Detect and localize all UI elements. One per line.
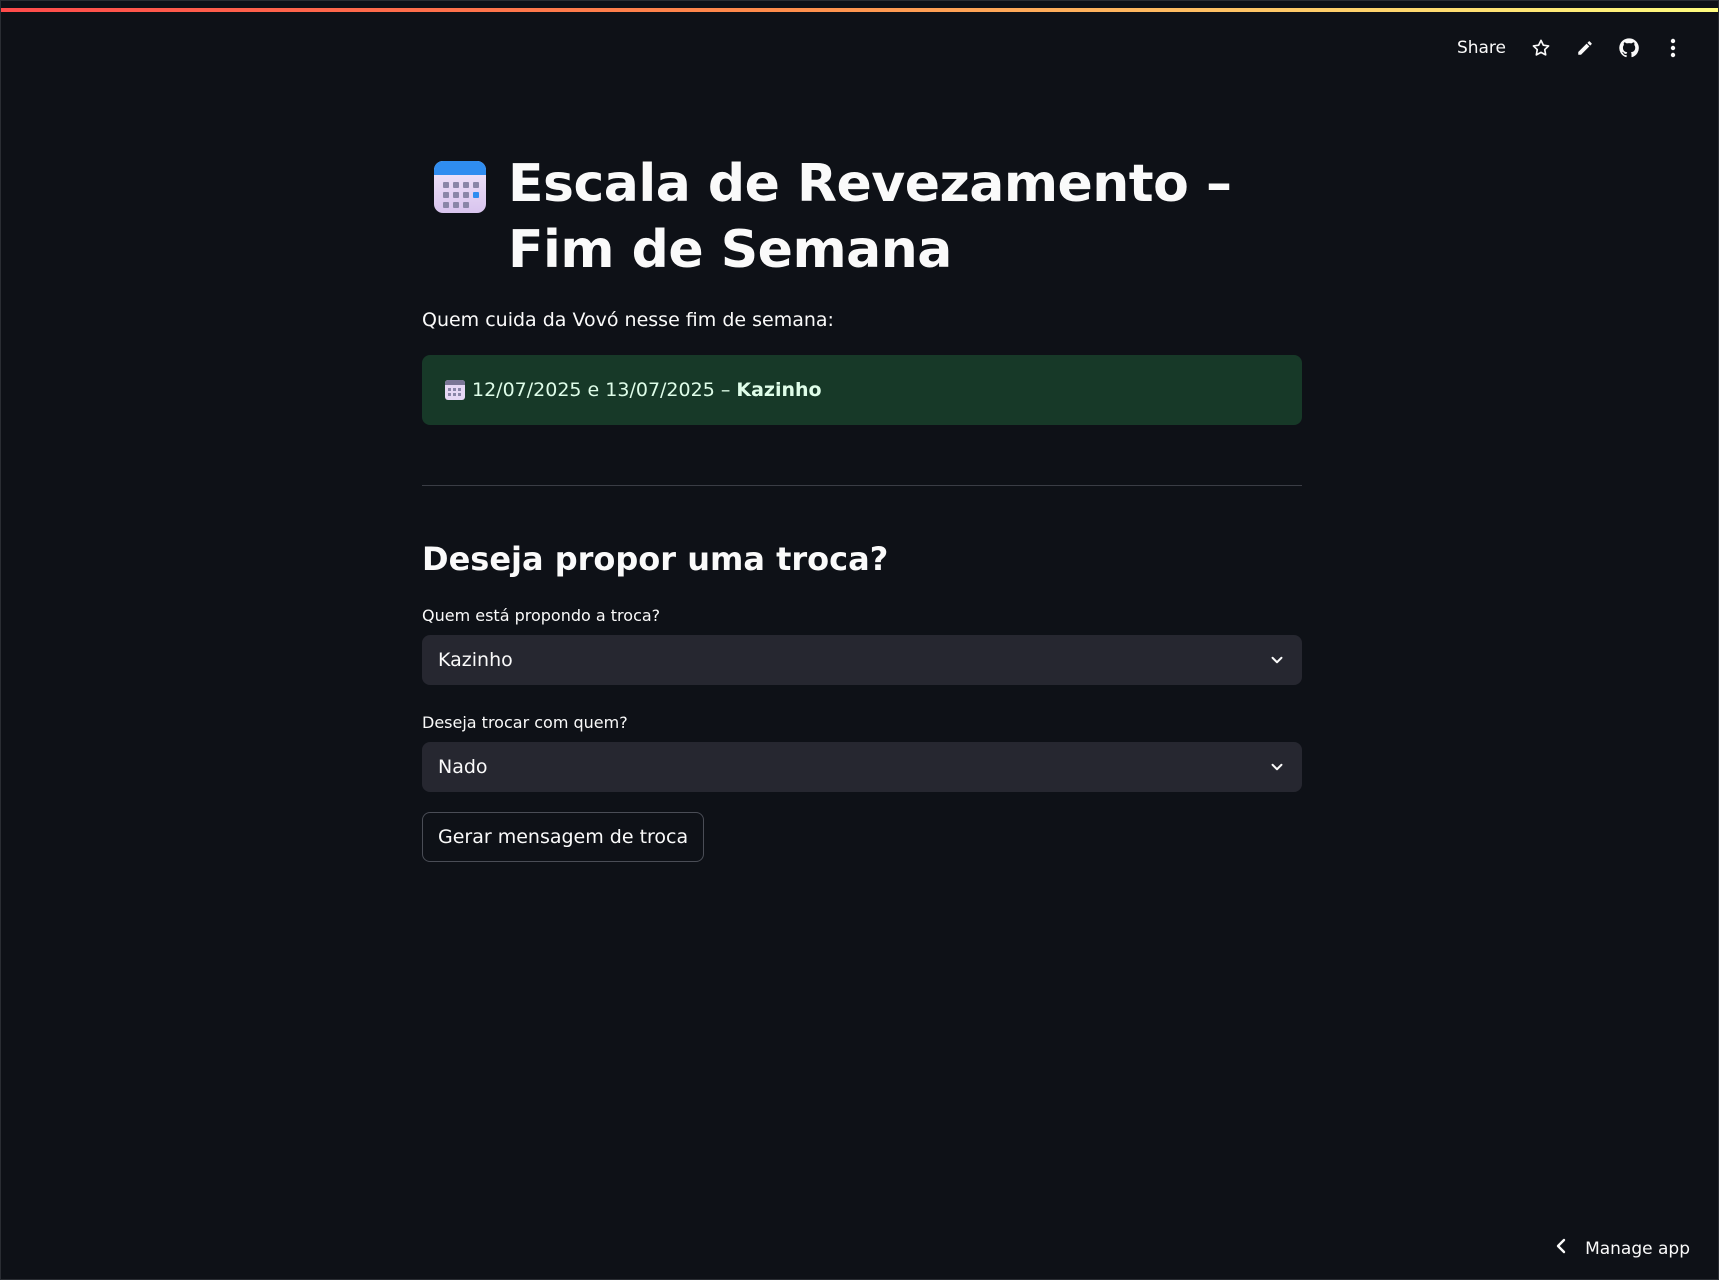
chevron-left-icon <box>1555 1238 1567 1259</box>
app-window: Share Escala de Revezamento – Fim de Sem… <box>0 0 1719 1280</box>
success-alert: 12/07/2025 e 13/07/2025 – Kazinho <box>422 355 1302 425</box>
chevron-down-icon <box>1268 651 1286 669</box>
alert-dates: 12/07/2025 e 13/07/2025 – <box>472 379 731 401</box>
divider <box>422 485 1302 486</box>
proposer-select-value: Kazinho <box>438 649 513 671</box>
github-icon[interactable] <box>1610 31 1648 65</box>
caption-text: Quem cuida da Vovó nesse fim de semana: <box>422 309 834 331</box>
main-content: Escala de Revezamento – Fim de Semana Qu… <box>422 151 1302 862</box>
top-toolbar: Share <box>1447 31 1692 65</box>
target-select-value: Nado <box>438 756 488 778</box>
calendar-icon <box>432 159 488 215</box>
chevron-down-icon <box>1268 758 1286 776</box>
alert-name: Kazinho <box>736 379 822 401</box>
section-subheader: Deseja propor uma troca? <box>422 540 889 578</box>
proposer-select[interactable]: Kazinho <box>422 635 1302 685</box>
target-select[interactable]: Nado <box>422 742 1302 792</box>
proposer-label: Quem está propondo a troca? <box>422 606 661 625</box>
calendar-icon <box>444 379 466 401</box>
generate-message-button[interactable]: Gerar mensagem de troca <box>422 812 705 862</box>
star-icon[interactable] <box>1522 31 1560 65</box>
more-vertical-icon[interactable] <box>1654 31 1692 65</box>
share-button[interactable]: Share <box>1447 34 1516 62</box>
decoration-bar <box>1 8 1718 12</box>
target-label: Deseja trocar com quem? <box>422 713 628 732</box>
manage-app-label: Manage app <box>1585 1238 1690 1259</box>
page-title-text: Escala de Revezamento – Fim de Semana <box>508 154 1232 280</box>
pencil-icon[interactable] <box>1566 31 1604 65</box>
page-title: Escala de Revezamento – Fim de Semana <box>422 151 1302 283</box>
manage-app-button[interactable]: Manage app <box>1555 1238 1690 1259</box>
